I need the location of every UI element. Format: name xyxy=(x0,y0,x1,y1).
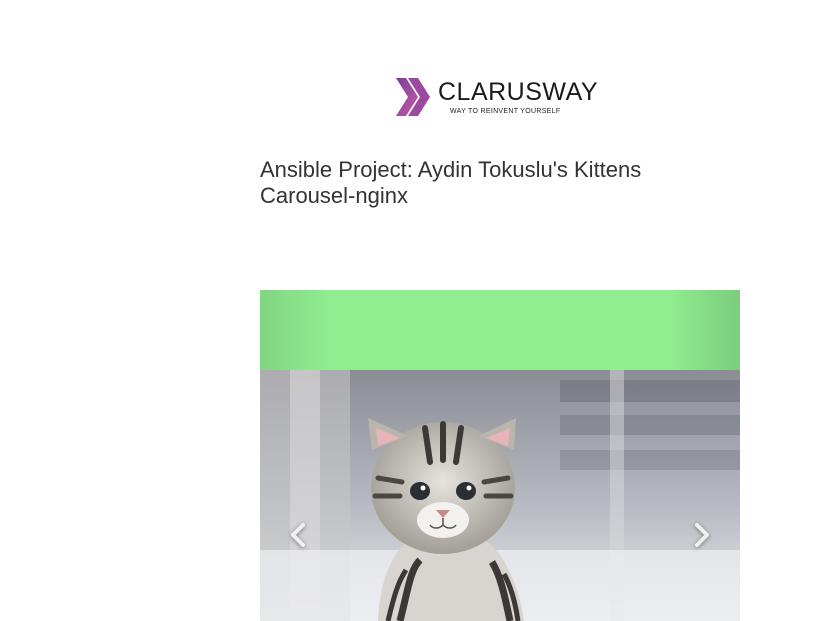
chevron-arrows-logo-icon xyxy=(396,78,430,116)
carousel-band xyxy=(260,290,740,370)
carousel-prev-button[interactable] xyxy=(268,505,328,565)
logo-wordmark: CLARUSWAY xyxy=(438,78,599,106)
kitten-photo xyxy=(260,370,740,621)
carousel-next-button[interactable] xyxy=(672,505,732,565)
clarusway-logo[interactable]: CLARUSWAY WAY TO REINVENT YOURSELF xyxy=(394,74,614,120)
chevron-left-icon xyxy=(291,523,305,547)
chevron-right-icon xyxy=(695,523,709,547)
kittens-carousel[interactable] xyxy=(260,290,740,621)
logo-tagline: WAY TO REINVENT YOURSELF xyxy=(450,108,561,115)
page: CLARUSWAY WAY TO REINVENT YOURSELF Ansib… xyxy=(0,0,822,621)
page-title: Ansible Project: Aydin Tokuslu's Kittens… xyxy=(260,157,642,208)
